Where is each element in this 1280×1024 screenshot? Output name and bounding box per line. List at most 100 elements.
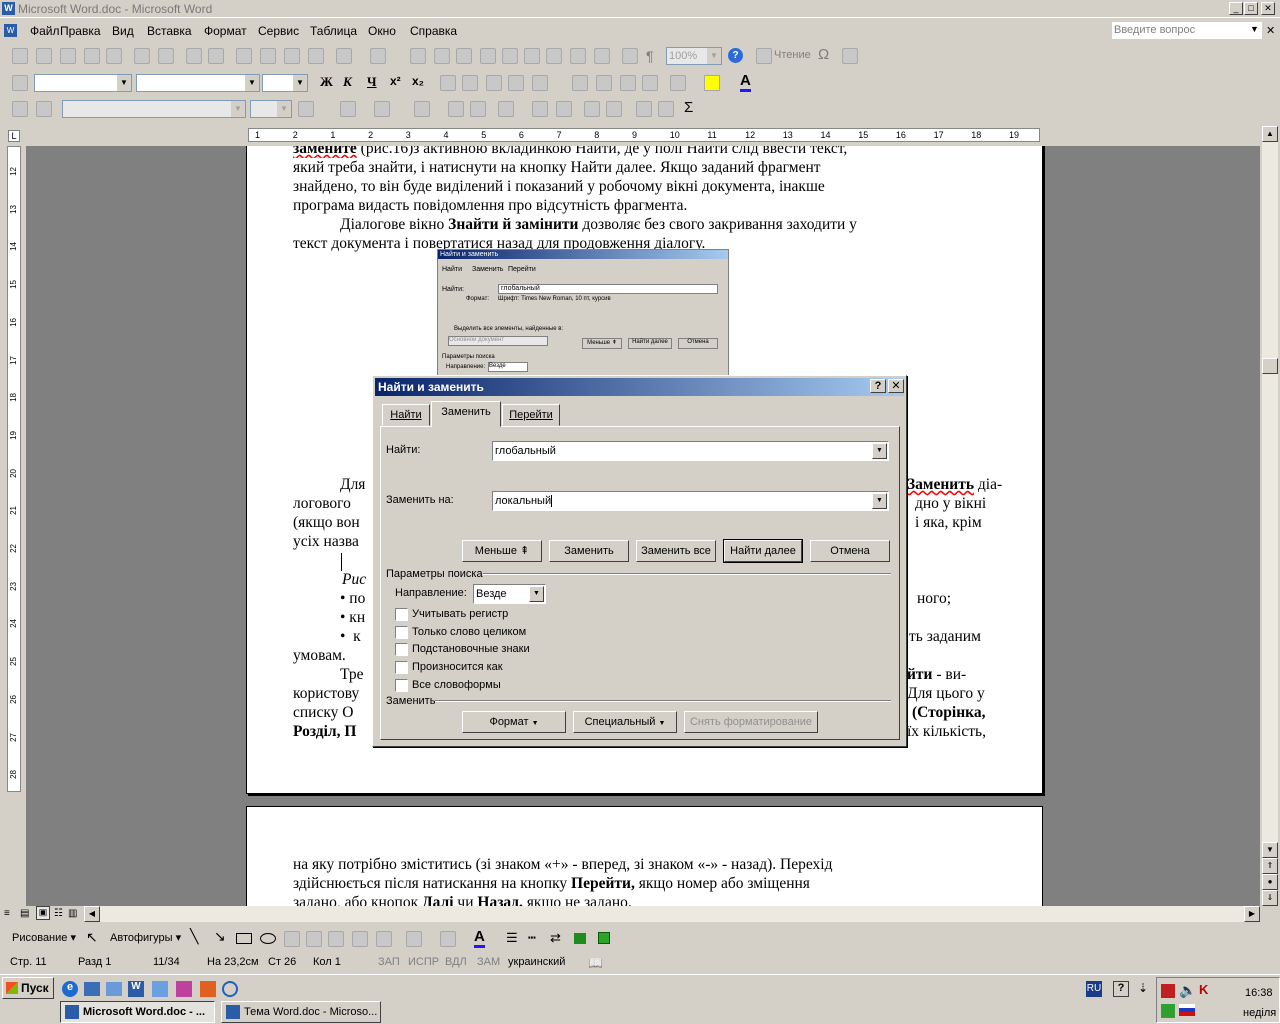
- language-indicator[interactable]: RU: [1086, 981, 1102, 997]
- menu-table[interactable]: Таблица: [310, 24, 357, 38]
- find-dropdown-icon[interactable]: ▼: [872, 443, 887, 459]
- app2-icon[interactable]: [176, 981, 192, 997]
- prev-page-icon[interactable]: ⇑: [1262, 858, 1278, 874]
- web-view-icon[interactable]: ▤: [20, 908, 29, 919]
- reading-view-icon[interactable]: ▥: [68, 908, 77, 919]
- network-icon[interactable]: [1161, 984, 1175, 998]
- bullets-icon[interactable]: [596, 75, 612, 91]
- match-case-checkbox[interactable]: [395, 608, 408, 621]
- no-formatting-button[interactable]: Снять форматирование: [684, 711, 818, 733]
- line-color-icon[interactable]: [440, 931, 456, 947]
- menu-help[interactable]: Справка: [410, 24, 457, 38]
- decrease-indent-icon[interactable]: [620, 75, 636, 91]
- select-objects-icon[interactable]: ↖: [86, 929, 98, 946]
- find-next-button[interactable]: Найти далее: [723, 539, 803, 563]
- styles-icon[interactable]: [12, 75, 28, 91]
- text-direction-icon[interactable]: [606, 101, 622, 117]
- ie-icon[interactable]: e: [62, 981, 78, 997]
- sounds-like-checkbox[interactable]: [395, 661, 408, 674]
- picture-icon[interactable]: [376, 931, 392, 947]
- direction-dropdown-icon[interactable]: ▼: [529, 586, 544, 602]
- autoformat-icon[interactable]: [584, 101, 600, 117]
- font-color-icon[interactable]: A: [740, 72, 751, 92]
- minimize-button[interactable]: _: [1229, 2, 1243, 15]
- borders-icon[interactable]: [670, 75, 686, 91]
- ink-icon[interactable]: [594, 48, 610, 64]
- draw-table-icon[interactable]: [12, 101, 28, 117]
- bold-icon[interactable]: Ж: [320, 74, 333, 90]
- research-icon[interactable]: [208, 48, 224, 64]
- align-right-icon[interactable]: [486, 75, 502, 91]
- status-ovr[interactable]: ЗАМ: [477, 956, 500, 968]
- align-cell-icon[interactable]: [498, 101, 514, 117]
- task-tema-doc[interactable]: Тема Word.doc - Microso...: [221, 1001, 381, 1023]
- ru-flag-icon[interactable]: [1179, 1004, 1195, 1016]
- status-rec[interactable]: ЗАП: [378, 956, 400, 968]
- outline-view-icon[interactable]: ☷: [54, 908, 63, 919]
- oval-icon[interactable]: [260, 933, 276, 944]
- spelling-icon[interactable]: [186, 48, 202, 64]
- tab-replace[interactable]: Заменить: [431, 401, 501, 427]
- shadow-icon[interactable]: [574, 933, 586, 944]
- direction-select[interactable]: Везде ▼: [473, 584, 546, 604]
- reading-mode-button[interactable]: Чтение: [774, 49, 811, 61]
- italic-icon[interactable]: К: [343, 74, 352, 90]
- menu-tools[interactable]: Сервис: [258, 24, 299, 38]
- maximize-button[interactable]: □: [1244, 2, 1258, 15]
- close-button[interactable]: ✕: [1261, 2, 1275, 15]
- replace-button[interactable]: Заменить: [549, 540, 629, 562]
- special-button[interactable]: Специальный ▼: [573, 711, 677, 733]
- line-style-combo[interactable]: ▼: [62, 100, 246, 118]
- less-button[interactable]: Меньше ⇞: [462, 540, 542, 562]
- start-button[interactable]: Пуск: [2, 977, 54, 999]
- help-tray-icon[interactable]: ?: [1113, 981, 1129, 997]
- drawing-menu[interactable]: Рисование ▾: [12, 931, 76, 944]
- dialog-close-button[interactable]: ✕: [888, 379, 904, 393]
- arrow-icon[interactable]: ↘: [214, 928, 226, 945]
- sort-desc-icon[interactable]: [658, 101, 674, 117]
- next-page-icon[interactable]: ⇓: [1262, 890, 1278, 906]
- menu-file[interactable]: Файл: [30, 24, 60, 38]
- menu-insert[interactable]: Вставка: [147, 24, 192, 38]
- menu-format[interactable]: Формат: [204, 24, 247, 38]
- show-hide-icon[interactable]: [570, 48, 586, 64]
- increase-indent-icon[interactable]: [642, 75, 658, 91]
- permission-icon[interactable]: [84, 48, 100, 64]
- superscript-icon[interactable]: x²: [390, 74, 401, 88]
- distribute-cols-icon[interactable]: [556, 101, 572, 117]
- help-dropdown-icon[interactable]: ▼: [1250, 24, 1259, 34]
- numbering-icon[interactable]: [572, 75, 588, 91]
- hyperlink-icon[interactable]: [410, 48, 426, 64]
- style-dropdown-icon[interactable]: ▼: [117, 75, 131, 91]
- app1-icon[interactable]: [152, 981, 168, 997]
- print-icon[interactable]: [134, 48, 150, 64]
- scroll-down-icon[interactable]: ▼: [1262, 842, 1278, 858]
- formula-icon[interactable]: [842, 48, 858, 64]
- close-doc-icon[interactable]: ✕: [1266, 24, 1275, 37]
- new-icon[interactable]: [12, 48, 28, 64]
- size-combo[interactable]: ▼: [262, 74, 308, 92]
- arrow-style-icon[interactable]: ⇄: [550, 930, 561, 946]
- menu-edit[interactable]: Правка: [60, 24, 101, 38]
- copy-icon[interactable]: [260, 48, 276, 64]
- distribute-rows-icon[interactable]: [532, 101, 548, 117]
- merge-cells-icon[interactable]: [448, 101, 464, 117]
- volume-icon[interactable]: 🔈: [1179, 982, 1196, 999]
- drawing-icon[interactable]: [524, 48, 540, 64]
- reading-mode-icon[interactable]: [756, 48, 772, 64]
- rectangle-icon[interactable]: [236, 933, 252, 944]
- tab-goto[interactable]: Перейти: [502, 404, 560, 426]
- tables-borders-icon[interactable]: [434, 48, 450, 64]
- all-forms-checkbox[interactable]: [395, 679, 408, 692]
- font-dropdown-icon[interactable]: ▼: [245, 75, 259, 91]
- underline-icon[interactable]: Ч: [367, 74, 377, 90]
- help-icon[interactable]: ?: [728, 48, 743, 63]
- columns-icon[interactable]: [502, 48, 518, 64]
- highlight-icon[interactable]: [704, 75, 720, 91]
- whole-word-checkbox[interactable]: [395, 626, 408, 639]
- read-icon[interactable]: [622, 48, 638, 64]
- dash-style-icon[interactable]: ┅: [528, 930, 536, 946]
- cut-icon[interactable]: [236, 48, 252, 64]
- tab-selector[interactable]: L: [8, 130, 20, 142]
- size-dropdown-icon[interactable]: ▼: [293, 75, 307, 91]
